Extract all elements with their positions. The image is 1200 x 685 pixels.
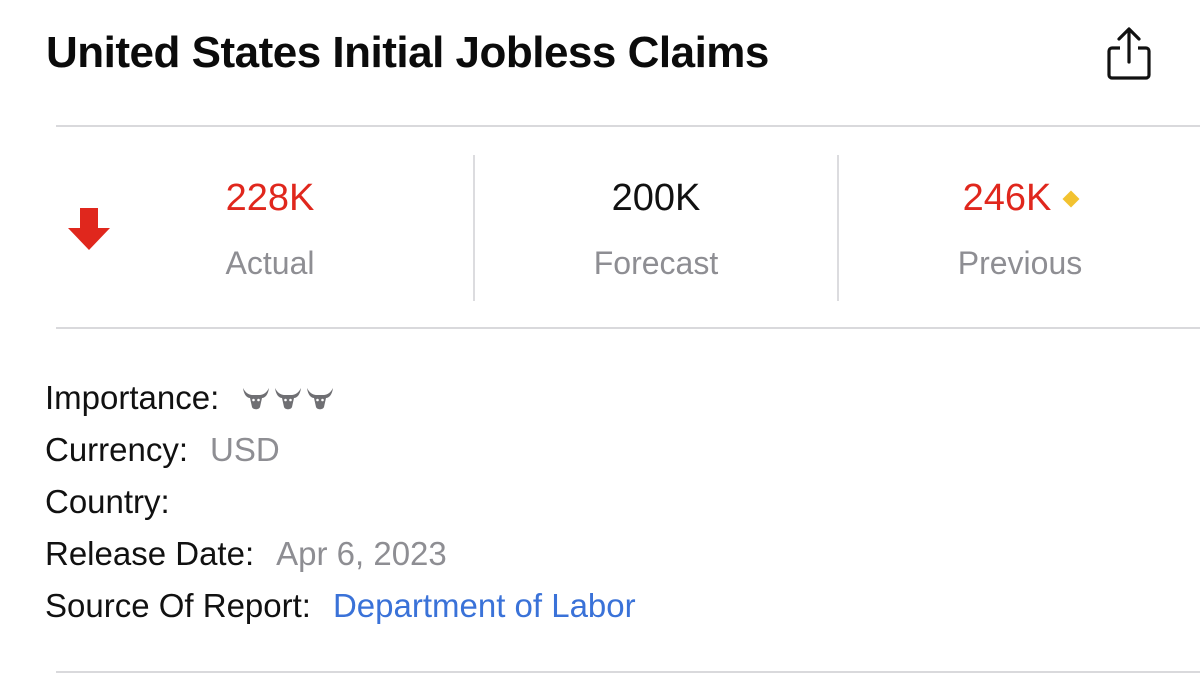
- source-label: Source Of Report:: [45, 587, 311, 624]
- actual-label: Actual: [225, 245, 315, 281]
- forecast-value: 200K: [611, 177, 701, 219]
- currency-label: Currency:: [45, 431, 189, 468]
- forecast-label: Forecast: [593, 245, 719, 281]
- page-title: United States Initial Jobless Claims: [46, 28, 769, 77]
- divider-top: [56, 125, 1200, 127]
- bull-icon: [307, 388, 334, 410]
- release-date-row: Release Date: Apr 6, 2023: [45, 528, 636, 580]
- source-link[interactable]: Department of Labor: [333, 587, 636, 624]
- share-icon: [1107, 27, 1151, 80]
- release-date-value: Apr 6, 2023: [276, 535, 447, 572]
- revised-diamond-icon: [1062, 190, 1080, 208]
- country-row: Country:: [45, 476, 636, 528]
- previous-value: 246K: [962, 177, 1052, 219]
- importance-label: Importance:: [45, 379, 220, 416]
- arrow-down-icon: [66, 206, 112, 252]
- currency-value: USD: [210, 431, 280, 468]
- source-row: Source Of Report: Department of Labor: [45, 580, 636, 632]
- divider-bottom: [56, 671, 1200, 673]
- bull-icon: [275, 388, 302, 410]
- share-button[interactable]: [1100, 22, 1158, 84]
- currency-row: Currency: USD: [45, 424, 636, 476]
- importance-row: Importance:: [45, 372, 636, 424]
- metric-previous: 246K Previous: [840, 155, 1200, 301]
- metric-separator: [837, 155, 839, 301]
- metric-actual: 228K Actual: [130, 155, 410, 301]
- release-date-label: Release Date:: [45, 535, 255, 572]
- event-details: Importance: Currency: USD Country: Releas…: [45, 372, 636, 632]
- importance-rating: [241, 374, 337, 426]
- divider-middle: [56, 327, 1200, 329]
- bull-icon: [243, 388, 270, 410]
- metric-separator: [473, 155, 475, 301]
- country-label: Country:: [45, 483, 170, 520]
- previous-label: Previous: [957, 245, 1083, 281]
- metric-forecast: 200K Forecast: [476, 155, 836, 301]
- actual-value: 228K: [225, 177, 315, 219]
